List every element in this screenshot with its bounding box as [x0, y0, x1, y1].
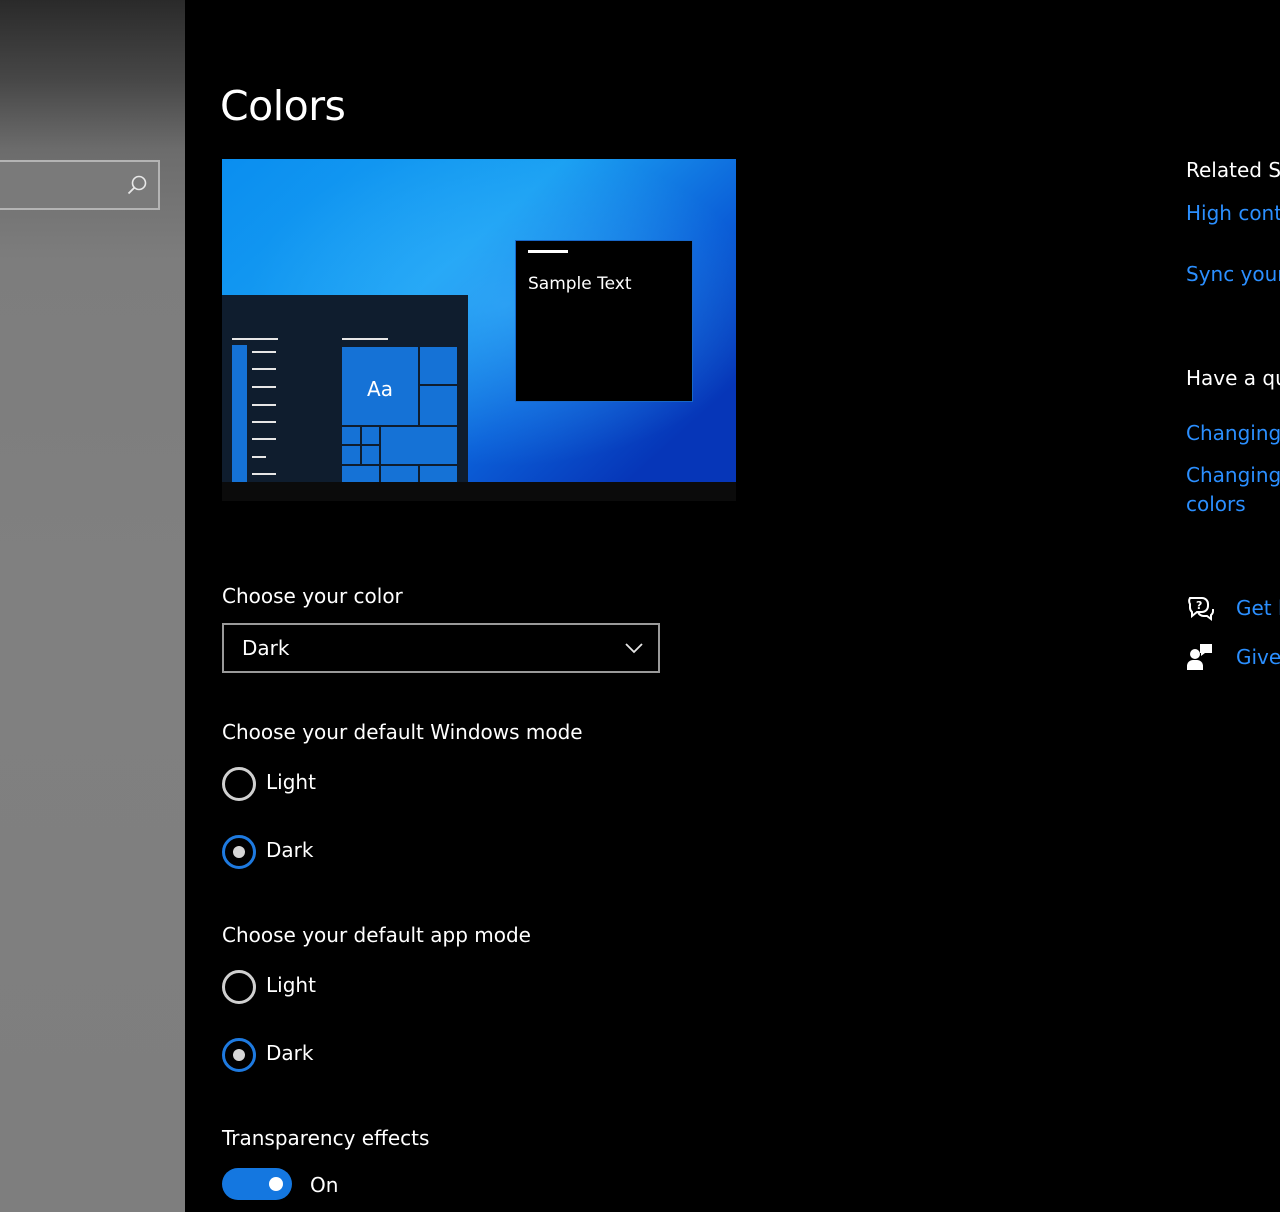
radio-label: Light — [266, 973, 316, 997]
app-mode-dark-radio[interactable]: Dark — [222, 1038, 422, 1072]
help-link-1[interactable]: Changing — [1186, 419, 1280, 448]
chevron-down-icon — [625, 643, 643, 654]
high-contrast-link[interactable]: High cont — [1186, 199, 1280, 228]
start-menu-preview: Aa — [222, 295, 468, 482]
color-preview: Aa Sample Text — [222, 159, 736, 501]
help-link-2[interactable]: Changing colors — [1186, 461, 1280, 519]
tile-text: Aa — [367, 377, 393, 401]
radio-circle — [222, 970, 256, 1004]
taskbar-preview — [222, 482, 736, 501]
search-icon[interactable] — [126, 174, 148, 196]
search-box[interactable] — [0, 160, 160, 210]
radio-circle — [222, 1038, 256, 1072]
radio-label: Dark — [266, 838, 314, 862]
transparency-toggle[interactable] — [222, 1168, 292, 1200]
windows-mode-dark-radio[interactable]: Dark — [222, 835, 422, 869]
transparency-label: Transparency effects — [222, 1126, 430, 1150]
get-help-icon: ? — [1188, 597, 1214, 621]
svg-text:?: ? — [1196, 599, 1202, 612]
radio-circle — [222, 835, 256, 869]
windows-mode-light-radio[interactable]: Light — [222, 767, 422, 801]
radio-dot — [233, 1049, 245, 1061]
related-settings-heading: Related Se — [1186, 158, 1280, 182]
toggle-knob — [269, 1177, 283, 1191]
color-mode-dropdown[interactable]: Dark — [222, 623, 660, 673]
radio-circle — [222, 767, 256, 801]
navigation-pane — [0, 0, 185, 1212]
dropdown-selected-value: Dark — [242, 636, 290, 660]
feedback-icon — [1187, 644, 1212, 670]
radio-label: Light — [266, 770, 316, 794]
radio-label: Dark — [266, 1041, 314, 1065]
sync-settings-link[interactable]: Sync your — [1186, 260, 1280, 289]
related-settings-column: Related Se High cont Sync your Have a qu… — [1186, 0, 1280, 1212]
have-a-question-heading: Have a qu — [1186, 366, 1280, 390]
get-help-link[interactable]: Get h — [1236, 594, 1280, 623]
toggle-state-label: On — [310, 1173, 339, 1197]
choose-color-label: Choose your color — [222, 584, 403, 608]
app-mode-label: Choose your default app mode — [222, 923, 531, 947]
search-input[interactable] — [0, 162, 130, 208]
page-title: Colors — [220, 82, 346, 130]
sample-window-preview: Sample Text — [515, 240, 693, 402]
radio-dot — [233, 846, 245, 858]
give-feedback-link[interactable]: Give — [1236, 643, 1280, 672]
sample-text: Sample Text — [528, 274, 632, 294]
windows-mode-label: Choose your default Windows mode — [222, 720, 583, 744]
app-mode-light-radio[interactable]: Light — [222, 970, 422, 1004]
